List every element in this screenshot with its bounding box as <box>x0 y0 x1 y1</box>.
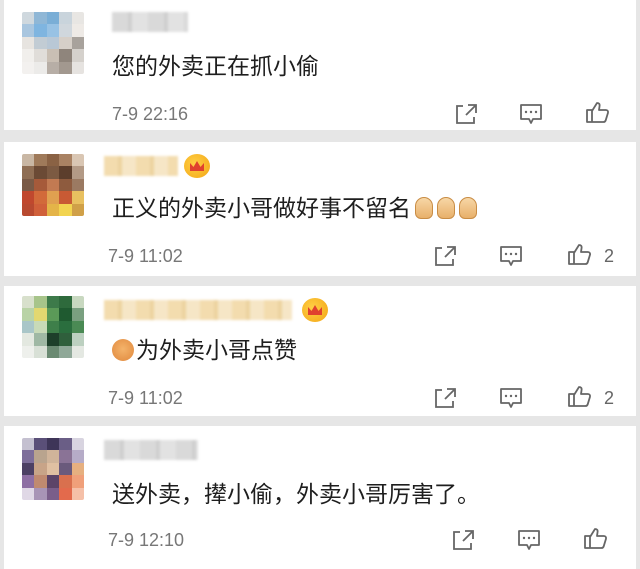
share-icon[interactable] <box>432 244 458 268</box>
username-blurred[interactable] <box>104 156 178 176</box>
comment-text: 您的外卖正在抓小偷 <box>112 54 319 80</box>
comment-time: 7-9 22:16 <box>112 104 189 124</box>
thumbs-up-icon[interactable] <box>566 384 592 408</box>
comment-time: 7-9 11:02 <box>108 388 183 408</box>
username-blurred[interactable] <box>112 12 188 32</box>
comment-time: 7-9 11:02 <box>108 246 183 266</box>
thumbs-up-icon[interactable] <box>582 526 608 550</box>
username-blurred[interactable] <box>104 300 292 320</box>
comment-time: 7-9 12:10 <box>108 530 185 550</box>
share-icon[interactable] <box>432 386 458 410</box>
share-icon[interactable] <box>450 528 476 552</box>
share-icon[interactable] <box>453 102 479 126</box>
vip-crown-icon[interactable] <box>302 298 328 322</box>
comment-icon[interactable] <box>498 386 524 410</box>
comment-card: 您的外卖正在抓小偷 7-9 22:16 <box>4 0 636 130</box>
avatar[interactable] <box>22 438 84 500</box>
comment-card: 正义的外卖小哥做好事不留名 7-9 11:02 2 <box>4 142 636 276</box>
vip-crown-icon[interactable] <box>184 154 210 178</box>
comment-text: 为外卖小哥点赞 <box>112 336 297 366</box>
thumbs-up-emoji <box>415 197 433 219</box>
thumbs-up-icon[interactable] <box>584 100 610 124</box>
comment-card: 送外卖，撵小偷，外卖小哥厉害了。 7-9 12:10 <box>4 426 636 569</box>
thumbs-up-emoji <box>459 197 477 219</box>
thumbs-up-emoji <box>437 197 455 219</box>
comment-icon[interactable] <box>516 528 542 552</box>
username-blurred[interactable] <box>104 440 198 460</box>
comment-text: 送外卖，撵小偷，外卖小哥厉害了。 <box>112 482 480 508</box>
like-count: 2 <box>604 388 615 408</box>
avatar[interactable] <box>22 296 84 358</box>
clap-emoji <box>112 339 134 361</box>
comment-card: 为外卖小哥点赞 7-9 11:02 2 <box>4 286 636 416</box>
avatar[interactable] <box>22 154 84 216</box>
thumbs-up-icon[interactable] <box>566 242 592 266</box>
avatar[interactable] <box>22 12 84 74</box>
like-count: 2 <box>604 246 615 266</box>
comment-icon[interactable] <box>518 102 544 126</box>
comment-text: 正义的外卖小哥做好事不留名 <box>112 194 477 224</box>
comment-icon[interactable] <box>498 244 524 268</box>
